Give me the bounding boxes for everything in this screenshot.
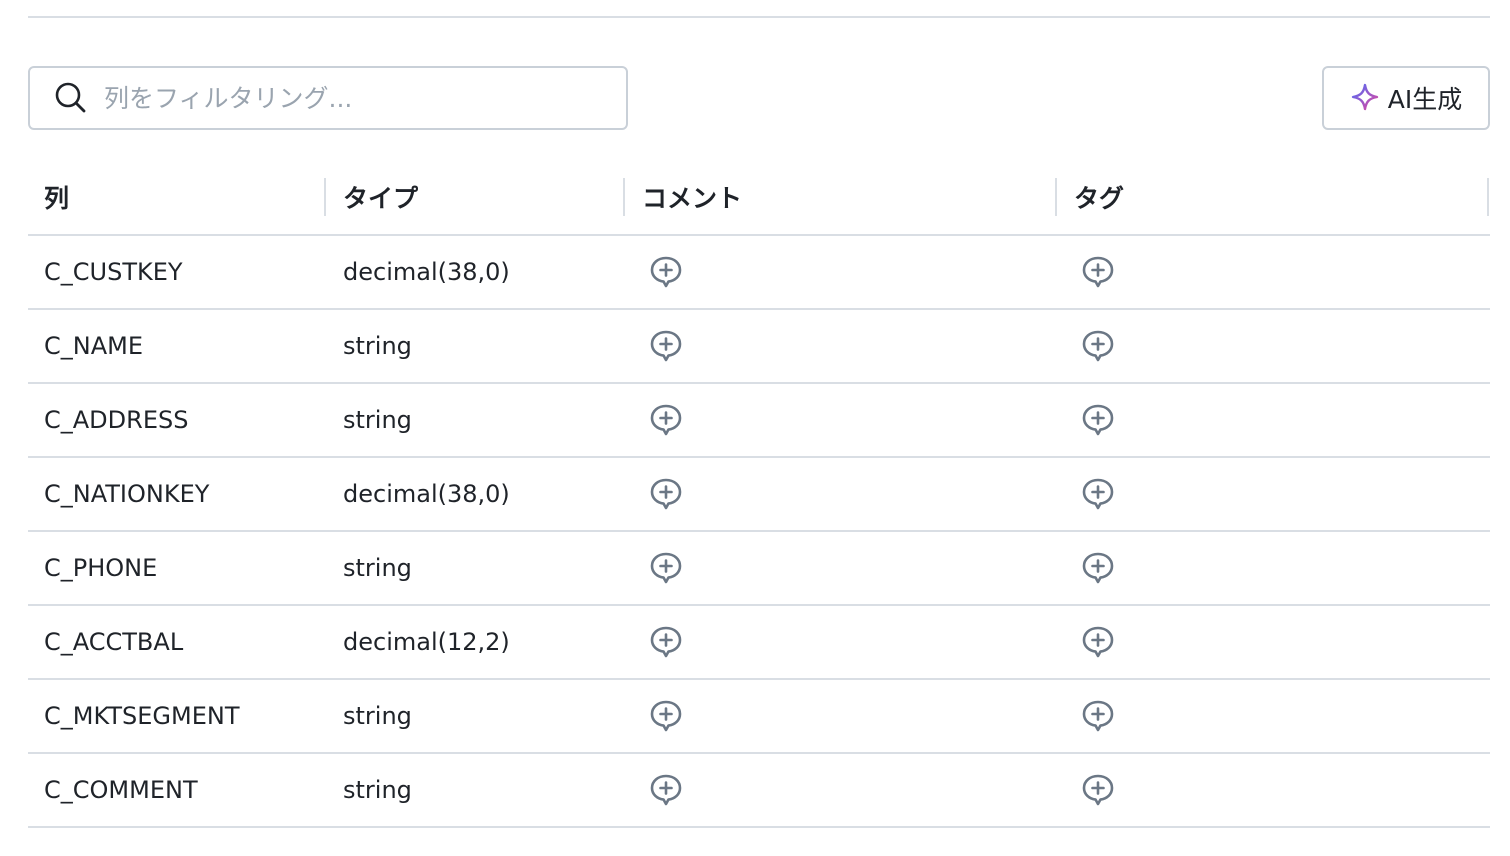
add-tag-cell — [1080, 384, 1116, 456]
add-comment-icon[interactable] — [648, 772, 684, 808]
header-type: タイプ — [343, 184, 419, 213]
column-type: decimal(12,2) — [343, 628, 510, 656]
table-row: C_COMMENT string — [28, 754, 1490, 828]
column-filter-box[interactable] — [28, 66, 628, 130]
add-tag-icon[interactable] — [1080, 476, 1116, 512]
column-filter-input[interactable] — [102, 77, 606, 119]
add-comment-icon[interactable] — [648, 328, 684, 364]
column-name: C_ACCTBAL — [44, 628, 184, 656]
add-comment-cell — [648, 236, 684, 308]
add-tag-icon[interactable] — [1080, 402, 1116, 438]
add-comment-icon[interactable] — [648, 254, 684, 290]
header-resize-handle[interactable] — [324, 178, 326, 216]
add-tag-cell — [1080, 310, 1116, 382]
add-tag-icon[interactable] — [1080, 624, 1116, 660]
column-type: string — [343, 776, 412, 804]
header-resize-handle[interactable] — [1487, 178, 1489, 216]
add-tag-icon[interactable] — [1080, 254, 1116, 290]
add-tag-cell — [1080, 606, 1116, 678]
add-comment-cell — [648, 606, 684, 678]
table-body: C_CUSTKEY decimal(38,0) C_NAME string C_ADDR… — [28, 236, 1490, 828]
columns-table: 列 タイプ コメント タグ C_CUSTKEY decimal(38,0) C_NA… — [28, 160, 1490, 828]
column-type: decimal(38,0) — [343, 480, 510, 508]
top-divider — [28, 16, 1490, 18]
header-resize-handle[interactable] — [1055, 178, 1057, 216]
ai-generate-button[interactable]: AI生成 — [1322, 66, 1490, 130]
add-comment-cell — [648, 458, 684, 530]
table-row: C_NAME string — [28, 310, 1490, 384]
add-tag-cell — [1080, 680, 1116, 752]
add-comment-icon[interactable] — [648, 624, 684, 660]
add-comment-icon[interactable] — [648, 550, 684, 586]
table-row: C_NATIONKEY decimal(38,0) — [28, 458, 1490, 532]
column-name: C_COMMENT — [44, 776, 198, 804]
add-tag-cell — [1080, 532, 1116, 604]
column-name: C_NAME — [44, 332, 143, 360]
add-tag-cell — [1080, 236, 1116, 308]
header-column: 列 — [44, 184, 70, 213]
add-comment-cell — [648, 532, 684, 604]
sparkle-icon — [1350, 82, 1380, 115]
table-row: C_PHONE string — [28, 532, 1490, 606]
add-tag-icon[interactable] — [1080, 772, 1116, 808]
table-row: C_ACCTBAL decimal(12,2) — [28, 606, 1490, 680]
table-row: C_ADDRESS string — [28, 384, 1490, 458]
table-header: 列 タイプ コメント タグ — [28, 160, 1490, 236]
add-tag-icon[interactable] — [1080, 328, 1116, 364]
add-comment-cell — [648, 754, 684, 826]
header-resize-handle[interactable] — [623, 178, 625, 216]
table-row: C_CUSTKEY decimal(38,0) — [28, 236, 1490, 310]
header-tag: タグ — [1074, 184, 1125, 213]
table-row: C_MKTSEGMENT string — [28, 680, 1490, 754]
search-icon — [54, 81, 88, 115]
column-type: decimal(38,0) — [343, 258, 510, 286]
add-comment-cell — [648, 680, 684, 752]
add-tag-icon[interactable] — [1080, 698, 1116, 734]
column-name: C_NATIONKEY — [44, 480, 210, 508]
column-type: string — [343, 406, 412, 434]
add-comment-cell — [648, 384, 684, 456]
column-type: string — [343, 554, 412, 582]
ai-generate-label: AI生成 — [1387, 85, 1463, 114]
column-type: string — [343, 702, 412, 730]
add-tag-cell — [1080, 754, 1116, 826]
add-tag-cell — [1080, 458, 1116, 530]
header-comment: コメント — [642, 184, 743, 213]
add-comment-cell — [648, 310, 684, 382]
add-tag-icon[interactable] — [1080, 550, 1116, 586]
column-name: C_PHONE — [44, 554, 158, 582]
add-comment-icon[interactable] — [648, 698, 684, 734]
column-name: C_MKTSEGMENT — [44, 702, 240, 730]
add-comment-icon[interactable] — [648, 476, 684, 512]
column-name: C_ADDRESS — [44, 406, 189, 434]
column-type: string — [343, 332, 412, 360]
add-comment-icon[interactable] — [648, 402, 684, 438]
columns-panel: AI生成 列 タイプ コメント タグ C_CUSTKEY decimal(38,0… — [0, 0, 1510, 856]
column-name: C_CUSTKEY — [44, 258, 183, 286]
